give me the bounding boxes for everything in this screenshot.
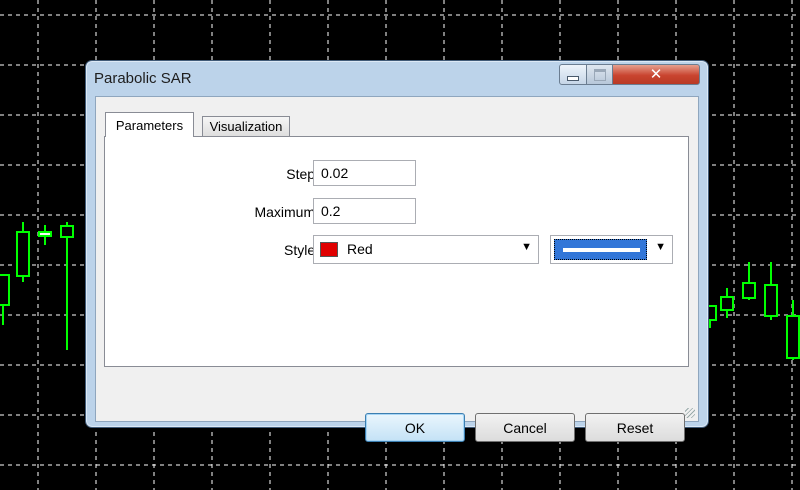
candle-body (764, 284, 778, 317)
dialog-title: Parabolic SAR (94, 70, 192, 87)
resize-grip-icon[interactable] (685, 408, 695, 418)
candle-body (742, 282, 756, 299)
reset-button[interactable]: Reset (585, 413, 685, 442)
line-style-preview (554, 239, 647, 260)
step-input[interactable]: 0.02 (313, 160, 416, 186)
parameters-panel: Step: 0.02 Maximum: 0.2 Style: Red ▼ ▼ (104, 136, 689, 367)
minimize-icon (567, 76, 579, 81)
color-select-value: Red (347, 241, 373, 257)
maximum-input[interactable]: 0.2 (313, 198, 416, 224)
minimize-button[interactable] (559, 64, 587, 85)
candle-body (60, 225, 74, 238)
maximize-button[interactable] (586, 64, 613, 85)
color-select[interactable]: Red ▼ (313, 235, 539, 264)
close-button[interactable]: ✕ (612, 64, 700, 85)
maximize-icon (593, 68, 606, 81)
candle-body (38, 231, 52, 237)
dialog-body: Parameters Visualization Step: 0.02 Maxi… (95, 96, 699, 442)
close-icon: ✕ (649, 66, 663, 83)
maximum-label: Maximum: (254, 204, 319, 220)
candle-body (720, 296, 734, 311)
chevron-down-icon: ▼ (521, 241, 532, 253)
candle-body (16, 231, 30, 277)
chevron-down-icon: ▼ (655, 241, 666, 253)
step-label: Step: (286, 166, 319, 182)
ok-button[interactable]: OK (365, 413, 465, 442)
style-label: Style: (283, 242, 319, 258)
parabolic-sar-dialog: Parabolic SAR ✕ Parameters Visualization… (85, 60, 709, 442)
tab-parameters[interactable]: Parameters (105, 112, 194, 137)
candle-body (0, 274, 10, 306)
tab-visualization[interactable]: Visualization (202, 116, 290, 137)
candle-body (786, 315, 800, 359)
line-style-select[interactable]: ▼ (550, 235, 673, 264)
red-color-swatch (320, 242, 338, 257)
line-style-sample (563, 248, 640, 252)
cancel-button[interactable]: Cancel (475, 413, 575, 442)
